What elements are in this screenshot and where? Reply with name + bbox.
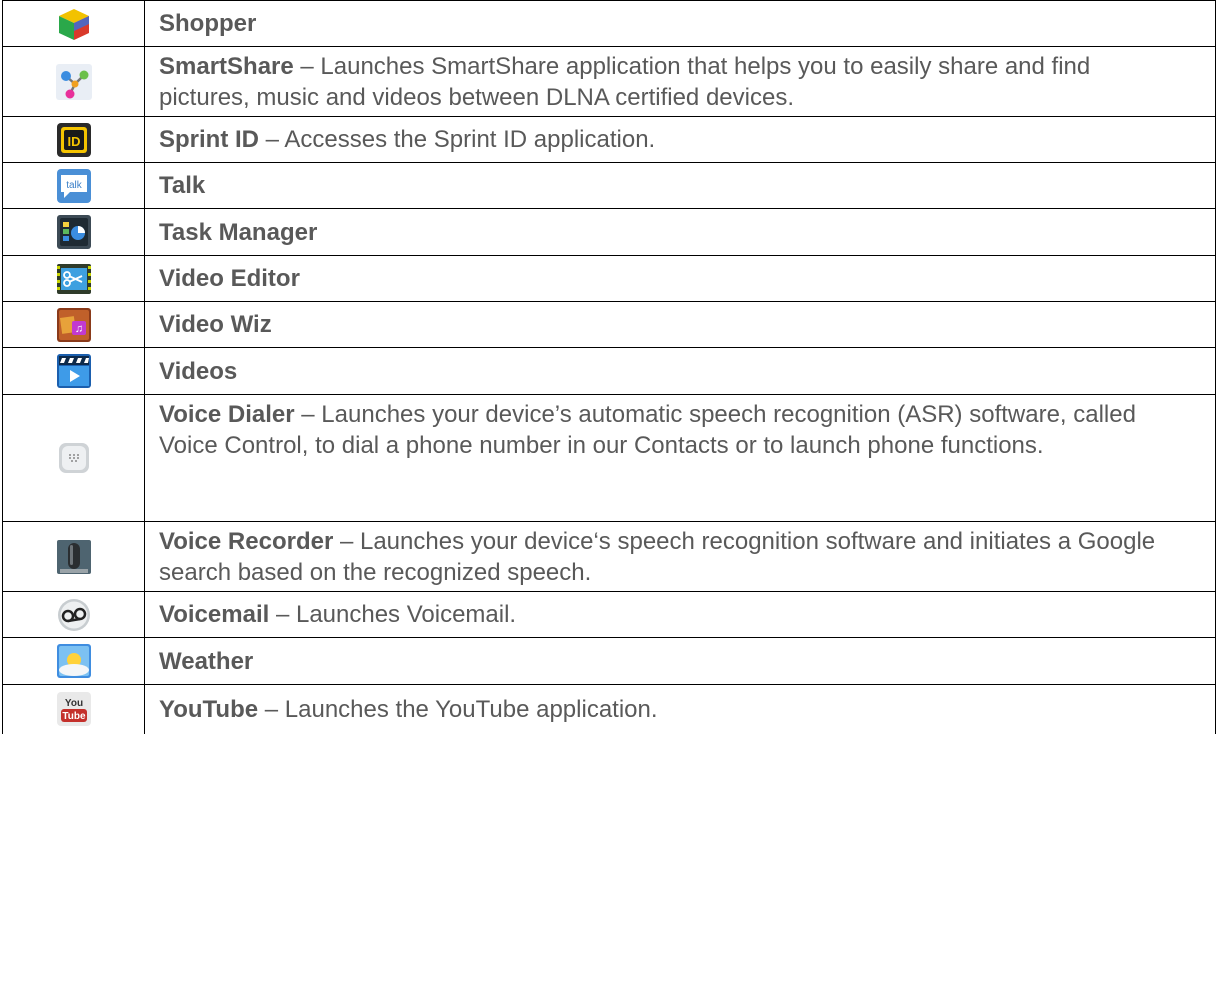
icon-cell bbox=[2, 347, 145, 395]
icon-cell bbox=[2, 208, 145, 256]
app-name: Shopper bbox=[159, 10, 257, 37]
app-name: YouTube bbox=[159, 695, 259, 723]
svg-text:ID: ID bbox=[67, 134, 80, 149]
icon-cell: ID bbox=[2, 116, 145, 163]
task-manager-icon bbox=[56, 214, 92, 250]
table-row: Videos bbox=[2, 347, 1216, 395]
voice-recorder-mic-icon bbox=[56, 539, 92, 575]
icon-cell bbox=[2, 46, 145, 117]
app-name: Weather bbox=[159, 647, 254, 675]
table-row: ID Sprint ID – Accesses the Sprint ID ap… bbox=[2, 116, 1216, 163]
icon-cell: ♫ bbox=[2, 301, 145, 348]
voice-dialer-speaker-icon bbox=[56, 440, 92, 476]
talk-bubble-icon: talk bbox=[56, 168, 92, 204]
text-cell: Voicemail – Launches Voicemail. bbox=[144, 591, 1216, 638]
svg-text:♫: ♫ bbox=[74, 323, 82, 335]
icon-cell bbox=[2, 394, 145, 522]
table-row: Weather bbox=[2, 637, 1216, 685]
table-row: Shopper bbox=[2, 0, 1216, 47]
app-description: – Launches your device’s automatic speec… bbox=[159, 401, 1136, 459]
voicemail-icon bbox=[56, 597, 92, 633]
sprint-id-icon: ID bbox=[56, 122, 92, 158]
text-cell: Voice Dialer – Launches your device’s au… bbox=[144, 394, 1216, 522]
shopper-cube-icon bbox=[56, 6, 92, 42]
svg-text:talk: talk bbox=[66, 180, 83, 191]
app-name: Voicemail bbox=[159, 601, 270, 628]
smartshare-molecule-icon bbox=[55, 63, 92, 100]
text-cell: Video Wiz bbox=[144, 301, 1216, 348]
svg-text:Tube: Tube bbox=[62, 711, 86, 722]
icon-cell bbox=[2, 637, 145, 685]
app-name: Sprint ID bbox=[159, 126, 259, 153]
table-row: Task Manager bbox=[2, 208, 1216, 256]
app-description: – Launches SmartShare application that h… bbox=[159, 52, 1091, 111]
text-cell: Voice Recorder – Launches your device‘s … bbox=[144, 521, 1216, 592]
text-cell: Talk bbox=[144, 162, 1216, 209]
app-name: Video Editor bbox=[159, 265, 300, 292]
text-cell: Sprint ID – Accesses the Sprint ID appli… bbox=[144, 116, 1216, 163]
icon-cell: You Tube bbox=[2, 684, 145, 734]
text-cell: SmartShare – Launches SmartShare applica… bbox=[144, 46, 1216, 117]
app-name: SmartShare bbox=[159, 52, 294, 80]
table-row: You Tube YouTube – Launches the YouTube … bbox=[2, 684, 1216, 734]
text-cell: Weather bbox=[144, 637, 1216, 685]
videos-clapper-icon bbox=[56, 353, 92, 389]
icon-cell bbox=[2, 521, 145, 592]
app-description: – Launches the YouTube application. bbox=[258, 695, 658, 723]
icon-cell bbox=[2, 591, 145, 638]
table-row: Voice Recorder – Launches your device‘s … bbox=[2, 521, 1216, 592]
icon-cell bbox=[2, 255, 145, 302]
table-row: Voicemail – Launches Voicemail. bbox=[2, 591, 1216, 638]
app-description: – Accesses the Sprint ID application. bbox=[259, 126, 656, 153]
app-name: Video Wiz bbox=[159, 311, 272, 338]
text-cell: Shopper bbox=[144, 0, 1216, 47]
youtube-icon: You Tube bbox=[56, 691, 92, 727]
table-row: talk Talk bbox=[2, 162, 1216, 209]
svg-text:You: You bbox=[64, 698, 82, 709]
app-description: – Launches Voicemail. bbox=[269, 601, 517, 628]
video-editor-scissors-icon bbox=[56, 261, 92, 297]
table-row: Voice Dialer – Launches your device’s au… bbox=[2, 394, 1216, 522]
table-row: ♫ Video Wiz bbox=[2, 301, 1216, 348]
app-name: Voice Dialer bbox=[159, 401, 295, 428]
video-wiz-icon: ♫ bbox=[56, 307, 92, 343]
app-name: Voice Recorder bbox=[159, 527, 334, 555]
weather-sun-icon bbox=[56, 643, 92, 679]
icon-cell bbox=[2, 0, 145, 47]
text-cell: Videos bbox=[144, 347, 1216, 395]
app-name: Videos bbox=[159, 357, 238, 385]
app-name: Talk bbox=[159, 172, 206, 199]
text-cell: YouTube – Launches the YouTube applicati… bbox=[144, 684, 1216, 734]
text-cell: Task Manager bbox=[144, 208, 1216, 256]
icon-cell: talk bbox=[2, 162, 145, 209]
table-row: SmartShare – Launches SmartShare applica… bbox=[2, 46, 1216, 117]
app-name: Task Manager bbox=[159, 218, 318, 246]
text-cell: Video Editor bbox=[144, 255, 1216, 302]
apps-table: Shopper SmartShare – Launches SmartShare… bbox=[2, 0, 1216, 734]
table-row: Video Editor bbox=[2, 255, 1216, 302]
